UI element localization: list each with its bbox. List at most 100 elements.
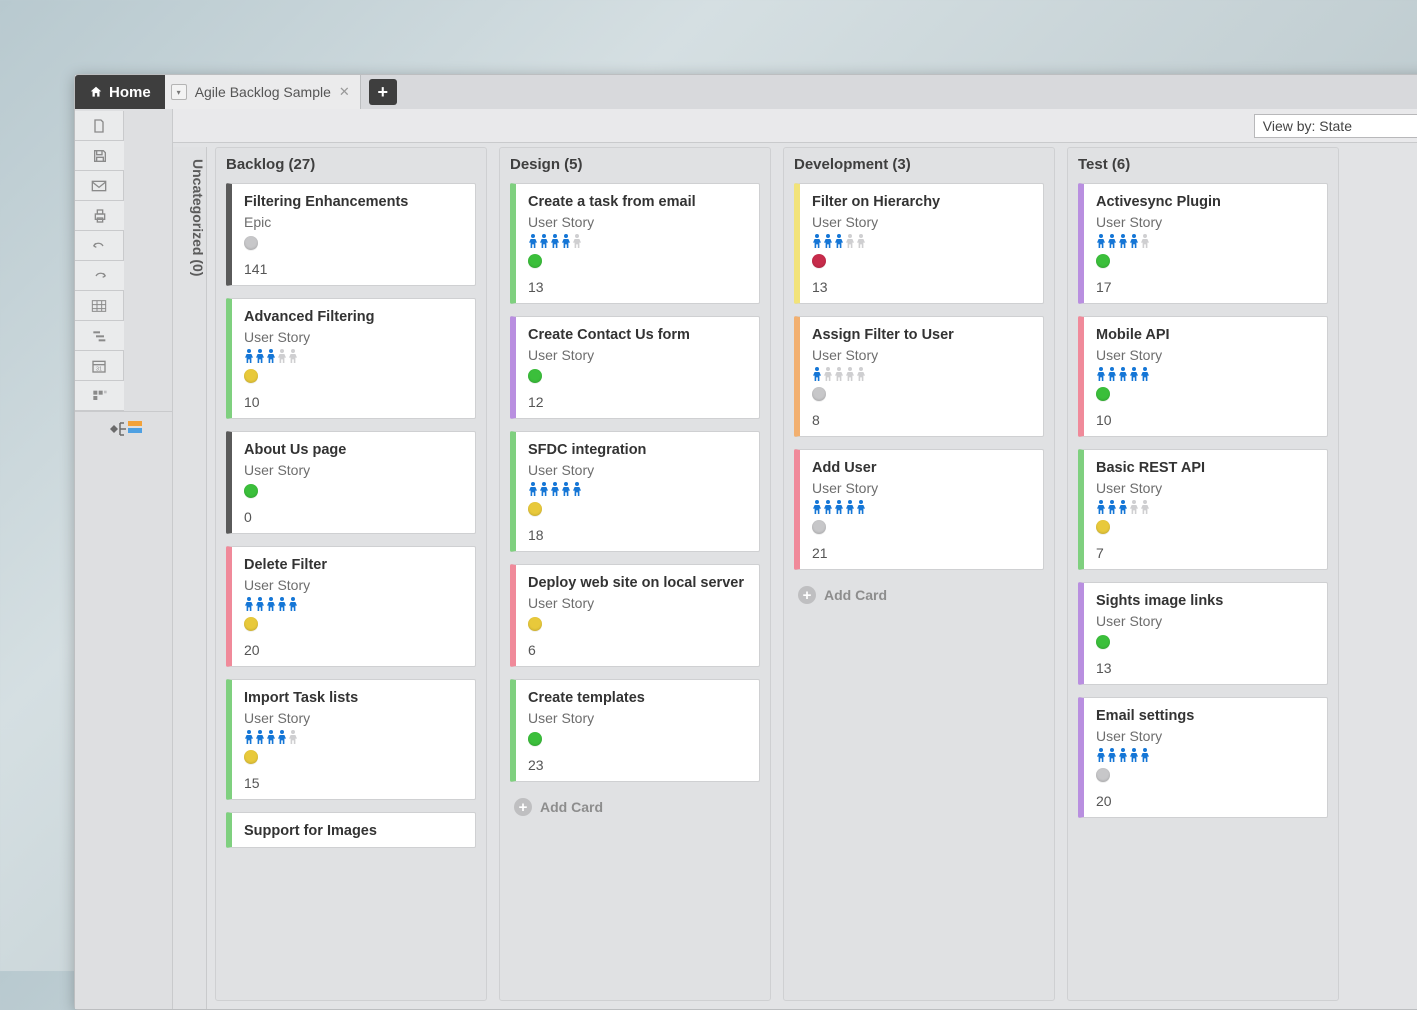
card-type: User Story — [528, 710, 747, 726]
calendar-view-button[interactable]: 31 — [75, 351, 124, 381]
person-icon — [1129, 500, 1139, 514]
tab-close-icon[interactable]: ✕ — [339, 84, 350, 100]
card-title: Mobile API — [1096, 327, 1315, 343]
save-button[interactable] — [75, 141, 124, 171]
person-icon — [845, 367, 855, 381]
gantt-view-button[interactable] — [75, 321, 124, 351]
card-title: SFDC integration — [528, 442, 747, 458]
card[interactable]: Filter on HierarchyUser Story13 — [794, 183, 1044, 304]
card[interactable]: Activesync PluginUser Story17 — [1078, 183, 1328, 304]
undo-button[interactable] — [75, 231, 124, 261]
add-tab-button[interactable]: + — [369, 79, 397, 105]
lane-title: Backlog (27) — [226, 156, 476, 173]
toolbar-grid: 31 — [75, 111, 172, 412]
person-icon — [1140, 748, 1150, 762]
tab-home[interactable]: Home — [75, 75, 165, 109]
card[interactable]: Add UserUser Story21 — [794, 449, 1044, 570]
main: 31 View by: State ▼ — [75, 109, 1417, 1009]
person-icon — [1118, 234, 1128, 248]
card[interactable]: Mobile APIUser Story10 — [1078, 316, 1328, 437]
uncategorized-lane[interactable]: Uncategorized (0) — [173, 147, 207, 1009]
card-title: Deploy web site on local server — [528, 575, 747, 591]
status-dot — [528, 732, 542, 746]
viewby-select[interactable]: View by: State ▼ — [1254, 114, 1417, 138]
status-dot — [528, 502, 542, 516]
person-icon — [823, 234, 833, 248]
add-card-button[interactable]: +Add Card — [510, 794, 760, 816]
person-icon — [834, 234, 844, 248]
app-window: Home ▾ Agile Backlog Sample ✕ + — [74, 74, 1417, 1010]
card-people — [244, 349, 463, 363]
person-icon — [266, 349, 276, 363]
card[interactable]: Create a task from emailUser Story13 — [510, 183, 760, 304]
print-button[interactable] — [75, 201, 124, 231]
card[interactable]: Deploy web site on local serverUser Stor… — [510, 564, 760, 667]
card-type: User Story — [1096, 728, 1315, 744]
person-icon — [288, 597, 298, 611]
card-people — [812, 234, 1031, 248]
mail-button[interactable] — [75, 171, 124, 201]
card-type: User Story — [1096, 613, 1315, 629]
content: View by: State ▼ Uncategorized (0) Backl… — [173, 109, 1417, 1009]
person-icon — [856, 367, 866, 381]
status-dot — [528, 369, 542, 383]
card-title: Import Task lists — [244, 690, 463, 706]
tab-document[interactable]: ▾ Agile Backlog Sample ✕ — [165, 75, 361, 109]
lane: Test (6)Activesync PluginUser Story17Mob… — [1067, 147, 1339, 1001]
person-icon — [845, 234, 855, 248]
card[interactable]: Filtering EnhancementsEpic141 — [226, 183, 476, 286]
person-icon — [845, 500, 855, 514]
grid-view-button[interactable] — [75, 291, 124, 321]
status-dot — [244, 369, 258, 383]
status-dot — [244, 617, 258, 631]
card[interactable]: Email settingsUser Story20 — [1078, 697, 1328, 818]
person-icon — [1107, 367, 1117, 381]
person-icon — [1129, 367, 1139, 381]
card-points: 20 — [1096, 793, 1315, 809]
card-points: 12 — [528, 394, 747, 410]
new-file-button[interactable] — [75, 111, 124, 141]
card[interactable]: SFDC integrationUser Story18 — [510, 431, 760, 552]
lane-title: Design (5) — [510, 156, 760, 173]
card-type: User Story — [1096, 214, 1315, 230]
board: Uncategorized (0) Backlog (27) Filtering … — [173, 143, 1417, 1009]
card-title: Support for Images — [244, 823, 463, 839]
card[interactable]: Delete FilterUser Story20 — [226, 546, 476, 667]
tab-menu-icon[interactable]: ▾ — [171, 84, 187, 100]
card[interactable]: Import Task listsUser Story15 — [226, 679, 476, 800]
hierarchy-button[interactable] — [75, 412, 172, 446]
card-title: Add User — [812, 460, 1031, 476]
card[interactable]: Assign Filter to UserUser Story8 — [794, 316, 1044, 437]
person-icon — [856, 500, 866, 514]
person-icon — [550, 482, 560, 496]
card[interactable]: Basic REST APIUser Story7 — [1078, 449, 1328, 570]
add-card-label: Add Card — [824, 587, 887, 603]
person-icon — [288, 349, 298, 363]
person-icon — [1107, 500, 1117, 514]
add-card-label: Add Card — [540, 799, 603, 815]
person-icon — [1096, 234, 1106, 248]
svg-text:31: 31 — [96, 366, 102, 372]
card-title: Create Contact Us form — [528, 327, 747, 343]
card-view-button[interactable] — [75, 381, 124, 411]
card-points: 13 — [1096, 660, 1315, 676]
card-people — [1096, 234, 1315, 248]
card-people — [1096, 367, 1315, 381]
status-dot — [528, 254, 542, 268]
person-icon — [1129, 234, 1139, 248]
card[interactable]: Advanced FilteringUser Story10 — [226, 298, 476, 419]
person-icon — [255, 730, 265, 744]
card-type: User Story — [812, 214, 1031, 230]
card[interactable]: About Us pageUser Story0 — [226, 431, 476, 534]
card-points: 8 — [812, 412, 1031, 428]
card[interactable]: Create Contact Us formUser Story12 — [510, 316, 760, 419]
card[interactable]: Create templatesUser Story23 — [510, 679, 760, 782]
card[interactable]: Sights image linksUser Story13 — [1078, 582, 1328, 685]
card[interactable]: Support for Images — [226, 812, 476, 848]
tab-document-label: Agile Backlog Sample — [195, 84, 331, 100]
card-type: User Story — [244, 329, 463, 345]
add-card-button[interactable]: +Add Card — [794, 582, 1044, 604]
person-icon — [856, 234, 866, 248]
redo-button[interactable] — [75, 261, 124, 291]
lanes: Backlog (27) Filtering EnhancementsEpic14… — [207, 147, 1417, 1009]
